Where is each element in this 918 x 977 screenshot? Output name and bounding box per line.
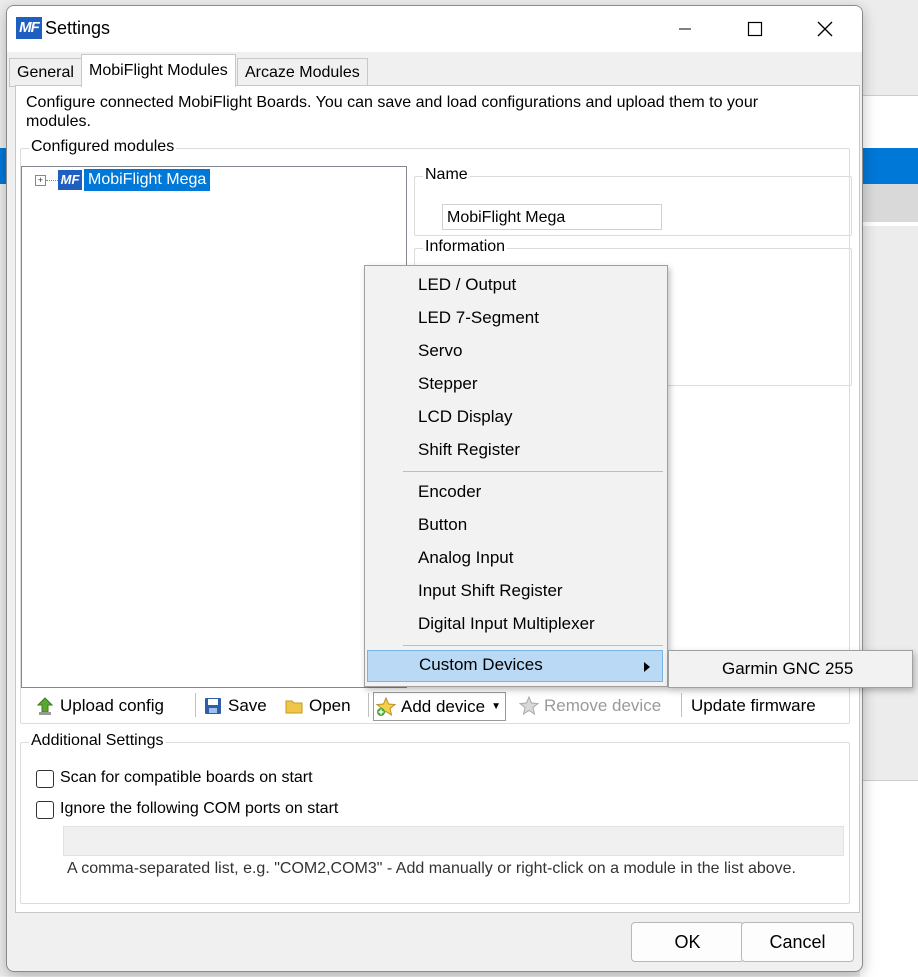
scan-boards-label: Scan for compatible boards on start: [60, 769, 313, 786]
menu-item-analog-input[interactable]: Analog Input: [367, 543, 663, 573]
menu-item-encoder[interactable]: Encoder: [367, 477, 663, 507]
mobiflight-logo-icon: MF: [16, 17, 42, 39]
menu-item-digital-input-multiplexer[interactable]: Digital Input Multiplexer: [367, 609, 663, 639]
upload-config-button[interactable]: Upload config: [35, 689, 164, 722]
background-selected-row: [860, 148, 918, 184]
update-firmware-label: Update firmware: [691, 696, 816, 715]
maximize-button[interactable]: [720, 6, 790, 52]
module-toolbar: Upload config Save Open Add device ▼ Rem…: [21, 689, 848, 722]
tab-mobiflight-modules[interactable]: MobiFlight Modules: [81, 54, 236, 87]
ok-button[interactable]: OK: [631, 922, 744, 962]
module-tree[interactable]: + MF MobiFlight Mega: [21, 166, 407, 688]
name-group-label: Name: [423, 166, 470, 184]
remove-device-label: Remove device: [544, 696, 662, 715]
custom-devices-submenu: Garmin GNC 255: [668, 650, 913, 688]
ignore-com-ports-checkbox[interactable]: [36, 801, 54, 819]
menu-item-shift-register[interactable]: Shift Register: [367, 435, 663, 465]
upload-icon: [36, 696, 54, 715]
remove-device-button[interactable]: Remove device: [519, 689, 661, 722]
configured-modules-label: Configured modules: [29, 138, 177, 156]
open-label: Open: [309, 696, 351, 715]
close-icon: [817, 21, 833, 37]
scan-boards-checkbox[interactable]: [36, 770, 54, 788]
information-group-label: Information: [423, 238, 508, 256]
submenu-item-garmin-gnc-255[interactable]: Garmin GNC 255: [722, 651, 853, 687]
tree-expand-icon[interactable]: +: [35, 175, 46, 186]
custom-devices-label: Custom Devices: [419, 655, 543, 674]
dropdown-arrow-icon: ▼: [491, 701, 502, 712]
toolbar-separator: [681, 693, 682, 717]
menu-separator: [403, 645, 663, 646]
com-ports-input[interactable]: [63, 826, 844, 856]
module-name-field[interactable]: MobiFlight Mega: [442, 204, 662, 230]
tree-connector: [46, 180, 58, 181]
tab-general[interactable]: General: [9, 58, 82, 87]
upload-config-label: Upload config: [60, 696, 164, 715]
minimize-icon: [679, 28, 691, 30]
menu-item-input-shift-register[interactable]: Input Shift Register: [367, 576, 663, 606]
window-title: Settings: [45, 18, 111, 38]
add-device-label: Add device: [401, 697, 486, 716]
cancel-button[interactable]: Cancel: [741, 922, 854, 962]
background-lower-panel: [860, 780, 918, 977]
add-device-dropdown-button[interactable]: Add device ▼: [373, 692, 507, 721]
tree-item-mobiflight-mega[interactable]: MobiFlight Mega: [84, 169, 211, 191]
close-button[interactable]: [790, 6, 860, 52]
menu-item-led-7-segment[interactable]: LED 7-Segment: [367, 303, 663, 333]
add-device-menu: LED / Output LED 7-Segment Servo Stepper…: [364, 265, 668, 687]
ignore-com-ports-label: Ignore the following COM ports on start: [60, 800, 339, 817]
menu-item-servo[interactable]: Servo: [367, 336, 663, 366]
page-description: Configure connected MobiFlight Boards. Y…: [26, 94, 759, 130]
menu-item-stepper[interactable]: Stepper: [367, 369, 663, 399]
additional-settings-group: Additional Settings: [20, 732, 850, 904]
tab-arcaze-modules[interactable]: Arcaze Modules: [237, 58, 368, 87]
floppy-disk-icon: [205, 697, 221, 714]
additional-settings-label: Additional Settings: [29, 732, 166, 750]
module-board-icon: MF: [58, 170, 82, 190]
update-firmware-button[interactable]: Update firmware: [691, 689, 816, 722]
folder-icon: [285, 700, 303, 713]
star-remove-icon: [519, 695, 539, 715]
menu-item-button[interactable]: Button: [367, 510, 663, 540]
minimize-button[interactable]: [650, 6, 720, 52]
save-button[interactable]: Save: [203, 689, 267, 722]
com-ports-hint: A comma-separated list, e.g. "COM2,COM3"…: [67, 860, 796, 877]
title-bar: MF Settings: [7, 6, 862, 52]
open-button[interactable]: Open: [284, 689, 351, 722]
background-row: [860, 184, 918, 222]
toolbar-separator: [195, 693, 196, 717]
menu-item-led-output[interactable]: LED / Output: [367, 270, 663, 300]
menu-item-lcd-display[interactable]: LCD Display: [367, 402, 663, 432]
star-add-icon: [376, 696, 396, 716]
name-group: Name MobiFlight Mega: [414, 166, 852, 236]
submenu-arrow-icon: [644, 662, 650, 672]
menu-item-custom-devices[interactable]: Custom Devices: [367, 650, 663, 682]
toolbar-separator: [368, 693, 369, 717]
menu-separator: [403, 471, 663, 472]
maximize-icon: [747, 21, 763, 37]
save-label: Save: [228, 696, 267, 715]
